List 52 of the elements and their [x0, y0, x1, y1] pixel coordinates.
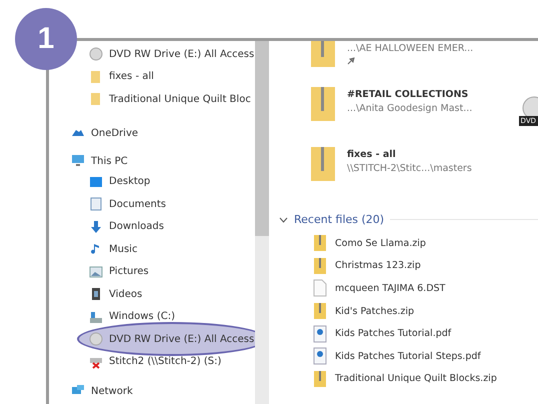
zip-folder-icon [313, 370, 327, 388]
file-name[interactable]: Como Se Llama.zip [335, 238, 426, 249]
zip-folder-icon [309, 41, 337, 69]
pdf-file-icon [313, 347, 327, 366]
document-icon [89, 197, 103, 212]
nav-item[interactable]: Windows (C:) [109, 311, 175, 322]
file-name[interactable]: mcqueen TAJIMA 6.DST [335, 282, 446, 294]
monitor-icon [71, 152, 85, 166]
folder-path: ...\AE HALLOWEEN EMER... [347, 43, 474, 54]
file-name[interactable]: Kids Patches Tutorial Steps.pdf [335, 350, 481, 362]
nav-item[interactable]: Downloads [109, 221, 164, 232]
file-name[interactable]: Kids Patches Tutorial.pdf [335, 328, 452, 340]
nav-item[interactable]: Network [91, 386, 133, 397]
folder-path: ...\Anita Goodesign Mast... [347, 103, 472, 114]
nav-item[interactable]: Pictures [109, 266, 149, 278]
folder-path: \\STITCH-2\Stitc...\masters [347, 163, 472, 174]
drive-icon [89, 310, 103, 324]
network-icon [71, 383, 85, 397]
file-name[interactable]: Christmas 123.zip [335, 260, 421, 272]
nav-item[interactable]: Stitch2 (\\Stitch-2) (S:) [109, 356, 222, 368]
nav-item[interactable]: Traditional Unique Quilt Bloc [109, 94, 251, 105]
folder-name[interactable]: fixes - all [347, 149, 472, 160]
disc-icon [89, 332, 103, 346]
chevron-icon[interactable] [279, 216, 288, 222]
folder-name[interactable]: #RETAIL COLLECTIONS [347, 89, 472, 100]
nav-item[interactable]: DVD RW Drive (E:) All Access [109, 334, 254, 345]
section-heading[interactable]: Recent files (20) [294, 213, 384, 226]
nav-item[interactable]: OneDrive [91, 128, 138, 138]
folder-icon [89, 92, 103, 106]
nav-item[interactable]: fixes - all [109, 71, 154, 82]
zip-folder-icon [313, 256, 327, 275]
file-name[interactable]: Traditional Unique Quilt Blocks.zip [335, 373, 497, 384]
pdf-file-icon [313, 324, 327, 343]
nav-item[interactable]: Desktop [109, 176, 150, 188]
nav-item[interactable]: Documents [109, 198, 166, 210]
step-number-badge: 1 [15, 8, 77, 70]
pin-icon [347, 57, 355, 65]
file-icon [313, 279, 327, 298]
film-icon [89, 287, 103, 302]
folder-icon [89, 70, 103, 84]
scrollbar[interactable] [255, 41, 269, 404]
download-icon [89, 220, 103, 234]
nav-item[interactable]: Music [109, 244, 138, 255]
nav-item[interactable]: Videos [109, 288, 142, 300]
disc-icon [89, 47, 103, 62]
nav-item[interactable]: DVD RW Drive (E:) All Access [109, 48, 254, 60]
zip-folder-icon [313, 234, 327, 252]
picture-icon [89, 264, 103, 279]
nav-item[interactable]: This PC [91, 156, 128, 166]
desktop-icon [89, 174, 103, 189]
zip-folder-icon [313, 302, 327, 320]
file-name[interactable]: Kid's Patches.zip [335, 306, 414, 317]
